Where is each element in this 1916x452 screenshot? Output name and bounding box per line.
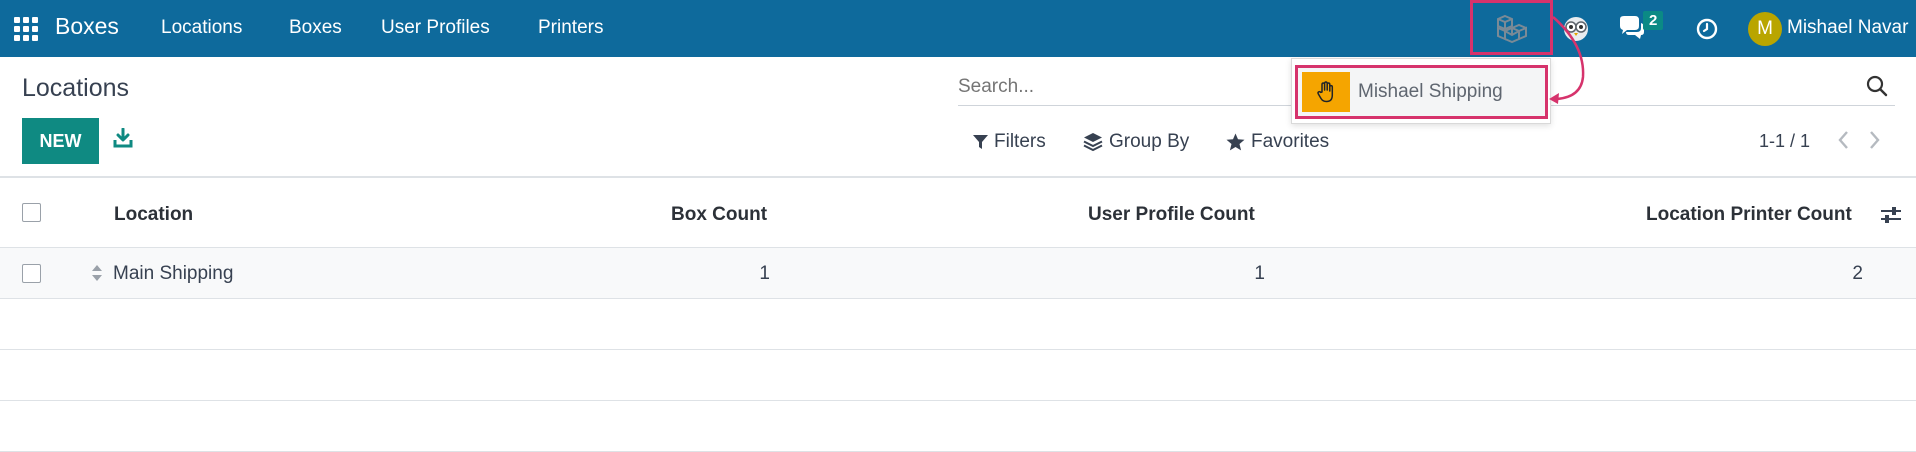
empty-row (0, 350, 1916, 401)
boxes-systray-button[interactable] (1470, 0, 1553, 55)
empty-row (0, 401, 1916, 452)
filters-button[interactable]: Filters (973, 131, 1046, 153)
table-row[interactable]: Main Shipping 1 1 2 (0, 248, 1916, 299)
layers-icon (1083, 133, 1103, 152)
favorites-button[interactable]: Favorites (1226, 131, 1329, 153)
drag-handle-icon[interactable] (91, 264, 103, 282)
column-header-user-profile-count[interactable]: User Profile Count (1088, 204, 1255, 226)
dropdown-item-mishael-shipping[interactable]: Mishael Shipping (1295, 65, 1548, 119)
cell-printer-count: 2 (1852, 263, 1863, 284)
annotation-arrow-icon (1549, 16, 1585, 104)
cell-user-profile-count: 1 (1254, 263, 1265, 284)
menu-item-boxes[interactable]: Boxes (289, 17, 342, 39)
row-checkbox[interactable] (22, 264, 41, 283)
search-icon[interactable] (1865, 74, 1889, 98)
filter-icon (973, 135, 988, 149)
filters-label: Filters (994, 131, 1046, 152)
column-header-location[interactable]: Location (114, 204, 193, 226)
cell-box-count: 1 (759, 263, 770, 284)
avatar[interactable]: M (1748, 12, 1782, 46)
app-menu-icon[interactable] (14, 17, 38, 41)
user-menu-name[interactable]: Mishael Navar (1787, 17, 1908, 39)
top-navbar: Boxes Locations Boxes User Profiles Prin… (0, 0, 1916, 57)
chevron-left-icon[interactable] (1836, 129, 1852, 151)
column-header-location-printer-count[interactable]: Location Printer Count (1646, 204, 1852, 226)
column-settings-icon[interactable] (1880, 205, 1902, 225)
new-button[interactable]: NEW (22, 118, 99, 164)
group-by-label: Group By (1109, 131, 1190, 152)
menu-item-printers[interactable]: Printers (538, 17, 603, 39)
download-icon[interactable] (113, 128, 133, 148)
app-brand[interactable]: Boxes (55, 13, 119, 40)
hand-icon (1317, 81, 1334, 103)
column-header-box-count[interactable]: Box Count (671, 204, 767, 226)
cell-location: Main Shipping (113, 263, 234, 284)
systray-dropdown: Mishael Shipping (1291, 58, 1551, 124)
chat-icon[interactable] (1617, 15, 1645, 41)
chat-counter-badge: 2 (1643, 11, 1664, 30)
table-header: Location Box Count User Profile Count Lo… (0, 176, 1916, 248)
favorites-label: Favorites (1251, 131, 1330, 152)
page-title[interactable]: Locations (22, 74, 129, 103)
hand-icon-box (1302, 72, 1350, 112)
pager-value[interactable]: 1-1 / 1 (1759, 131, 1810, 152)
empty-row (0, 299, 1916, 350)
dropdown-item-label: Mishael Shipping (1358, 81, 1503, 102)
select-all-checkbox[interactable] (22, 203, 41, 222)
chevron-right-icon[interactable] (1866, 129, 1882, 151)
boxes-icon (1497, 14, 1527, 43)
group-by-button[interactable]: Group By (1083, 131, 1189, 153)
menu-item-user-profiles[interactable]: User Profiles (381, 17, 490, 39)
search-input[interactable] (958, 70, 1338, 104)
clock-icon[interactable] (1695, 17, 1719, 41)
star-icon (1226, 133, 1245, 151)
menu-item-locations[interactable]: Locations (161, 17, 242, 39)
